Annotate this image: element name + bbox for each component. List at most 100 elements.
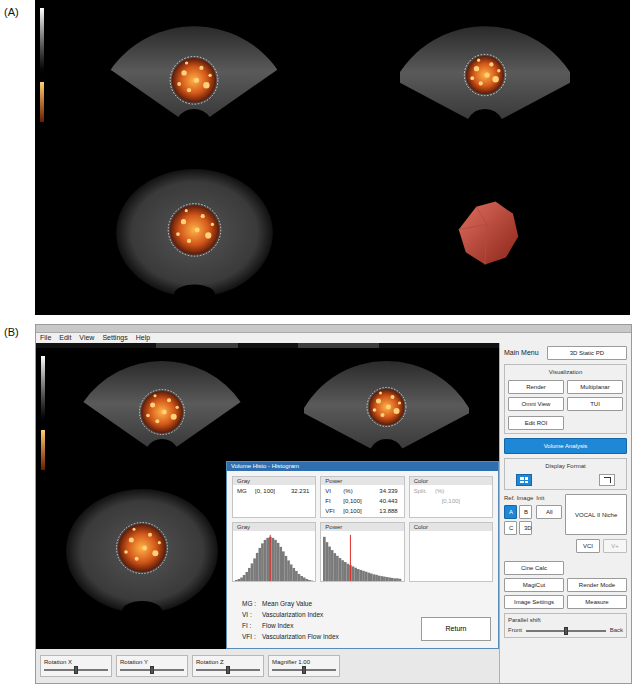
ref-image-button[interactable]: 3D bbox=[519, 521, 532, 535]
ref-image-button[interactable]: A bbox=[504, 505, 517, 519]
menu-item[interactable]: File bbox=[40, 333, 51, 343]
quad-layout-icon[interactable] bbox=[516, 474, 532, 486]
histogram-bar bbox=[347, 564, 350, 581]
mode-button[interactable]: 3D Static PD bbox=[547, 346, 627, 360]
rotation-slider[interactable] bbox=[120, 666, 184, 674]
ultrasound-round-view-icon bbox=[112, 166, 277, 300]
histogram-bar bbox=[238, 579, 241, 581]
tool-button[interactable]: Cine Calc bbox=[504, 561, 564, 575]
rotation-slider[interactable] bbox=[196, 666, 260, 674]
measure-value: 32.231 bbox=[281, 487, 311, 495]
ultrasound-sector-view-icon bbox=[400, 22, 570, 128]
vci-button[interactable]: V+ bbox=[603, 539, 627, 553]
power-doppler-blob bbox=[367, 388, 406, 427]
title-bar[interactable] bbox=[36, 325, 631, 333]
visualization-button[interactable]: Render bbox=[508, 380, 564, 394]
measure-row: MG[0, 100]32.231 bbox=[237, 487, 311, 495]
histogram-bar bbox=[357, 569, 360, 581]
visualization-button[interactable]: Multiplanar bbox=[567, 380, 623, 394]
histogram-bar bbox=[370, 573, 373, 581]
menu-item[interactable]: Settings bbox=[102, 333, 127, 343]
histogram-bar bbox=[360, 570, 363, 581]
box-header: Gray bbox=[233, 523, 315, 531]
histogram-bar bbox=[336, 556, 339, 581]
power-scale-bar bbox=[41, 430, 45, 470]
figure: (A) (B) File Edit View Settings Help Volume His… bbox=[0, 0, 635, 685]
power-doppler-blob bbox=[168, 203, 221, 256]
single-layout-icon[interactable] bbox=[599, 474, 615, 486]
slider-thumb[interactable] bbox=[302, 666, 306, 674]
edit-roi-button[interactable]: Edit ROI bbox=[508, 416, 564, 430]
histogram-bar bbox=[235, 580, 238, 581]
histogram-bar bbox=[399, 579, 402, 581]
measure-row: VFI[0,100]13.888 bbox=[325, 507, 399, 515]
color-box: ColorSplit.(%)[0,100] bbox=[409, 476, 493, 518]
histogram-bar bbox=[243, 575, 246, 581]
panel-label: (A) bbox=[0, 0, 35, 318]
histogram-bar bbox=[277, 543, 280, 581]
app-window: File Edit View Settings Help Volume Histo - H… bbox=[35, 324, 632, 684]
ref-image-button[interactable]: B bbox=[519, 505, 532, 519]
histogram-bar bbox=[266, 538, 269, 581]
histogram-bar bbox=[376, 575, 379, 581]
histogram-marker bbox=[270, 535, 271, 581]
histogram-bar bbox=[264, 540, 267, 581]
histogram-bar bbox=[352, 566, 355, 581]
parallel-shift-slider[interactable] bbox=[526, 627, 606, 635]
vocal-button[interactable]: VOCAL II Niche bbox=[565, 494, 627, 535]
slider-thumb[interactable] bbox=[564, 627, 568, 635]
slider-thumb[interactable] bbox=[74, 666, 78, 674]
visualization-group: VisualizationRenderMultiplanarOmni ViewT… bbox=[504, 364, 627, 434]
side-panel: Main Menu3D Static PDVisualizationRender… bbox=[499, 343, 631, 683]
power-doppler-blob bbox=[117, 523, 168, 574]
power-doppler-blob bbox=[464, 54, 505, 95]
menu-item[interactable]: View bbox=[79, 333, 94, 343]
gray-scale-bar bbox=[41, 356, 45, 426]
vci-button[interactable]: VCI bbox=[576, 539, 600, 553]
histogram-bar bbox=[383, 577, 386, 581]
gray-scale-bar bbox=[40, 8, 44, 78]
menu-item[interactable]: Edit bbox=[59, 333, 71, 343]
histogram-bar bbox=[373, 574, 376, 581]
dialog-title-bar[interactable]: Volume Histo - Histogram bbox=[227, 462, 498, 471]
render-3d-icon bbox=[450, 198, 520, 268]
rotation-slider[interactable] bbox=[272, 666, 336, 674]
histogram-bar bbox=[305, 579, 308, 581]
rotation-slider[interactable] bbox=[44, 666, 108, 674]
tool-button[interactable]: Render Mode bbox=[567, 578, 627, 592]
histogram-bar bbox=[285, 556, 288, 581]
ref-image-button[interactable]: C bbox=[504, 521, 517, 535]
histogram-bar bbox=[272, 538, 275, 581]
menu-bar: File Edit View Settings Help bbox=[36, 333, 631, 343]
ultrasound-round-view-icon bbox=[62, 486, 222, 616]
tool-button[interactable]: MagiCut bbox=[504, 578, 564, 592]
histogram-bar bbox=[344, 562, 347, 581]
color-scale-bars bbox=[35, 0, 49, 315]
slider-thumb[interactable] bbox=[226, 666, 230, 674]
legend-item: VI :Vascularization Index bbox=[242, 611, 413, 619]
rotation-slider-box: Rotation Y bbox=[116, 655, 188, 677]
visualization-button[interactable]: Omni View bbox=[508, 397, 564, 411]
menu-item[interactable]: Help bbox=[136, 333, 150, 343]
display-format-group: Display Format bbox=[504, 458, 627, 490]
panel-label: (B) bbox=[0, 324, 35, 685]
histogram-bar bbox=[282, 551, 285, 581]
volume-analysis-button[interactable]: Volume Analysis bbox=[504, 438, 627, 454]
init-all-button[interactable]: All bbox=[536, 505, 562, 519]
rotation-slider-box: Magnifier 1.00 bbox=[268, 655, 340, 677]
histogram-bar bbox=[308, 580, 311, 581]
box-header: Color bbox=[410, 477, 492, 485]
slider-thumb[interactable] bbox=[150, 666, 154, 674]
histogram-bar bbox=[261, 543, 264, 581]
histogram-bar bbox=[287, 560, 290, 581]
box-header: Gray bbox=[233, 477, 315, 485]
histogram-dialog: Volume Histo - Histogram Gray MG[0, 100]32… bbox=[226, 461, 499, 649]
tool-button[interactable]: Measure bbox=[567, 595, 627, 609]
power-box: PowerVI(%)34.339FI[0,100]40.443VFI[0,100… bbox=[320, 476, 404, 518]
ultrasound-sector-view-icon bbox=[304, 357, 469, 457]
return-button[interactable]: Return bbox=[421, 617, 491, 641]
ultrasound-sector-view-icon bbox=[82, 357, 242, 457]
visualization-button[interactable]: TUI bbox=[567, 397, 623, 411]
legend-item: VFI :Vascularization Flow Index bbox=[242, 633, 413, 641]
tool-button[interactable]: Image Settings bbox=[504, 595, 564, 609]
